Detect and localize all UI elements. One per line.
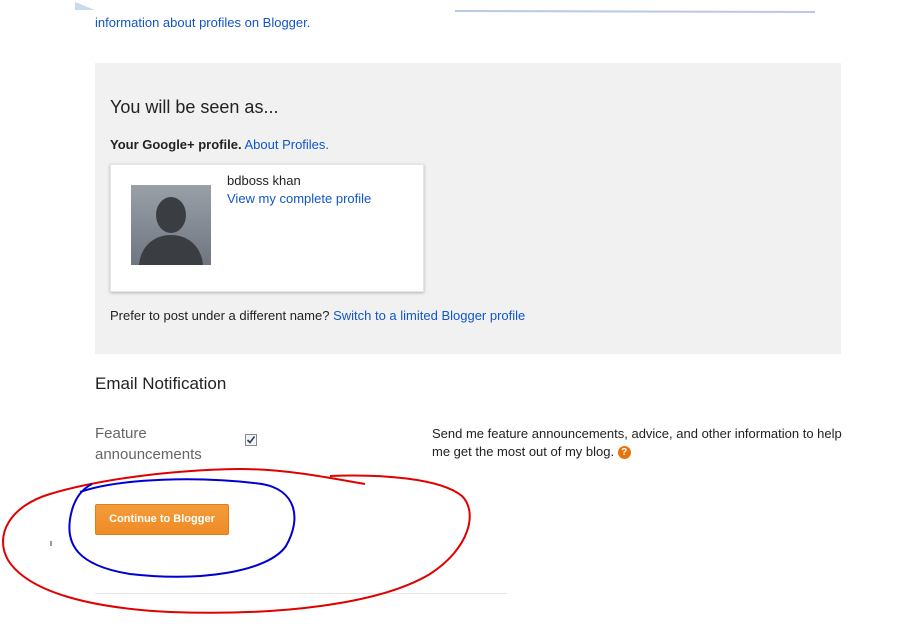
email-notification-heading: Email Notification xyxy=(95,374,227,393)
profiles-info-link[interactable]: information about profiles on Blogger. xyxy=(95,15,310,30)
help-icon[interactable]: ? xyxy=(617,446,631,459)
feature-announcements-checkbox[interactable] xyxy=(245,434,257,446)
prefer-line: Prefer to post under a different name? S… xyxy=(110,308,525,323)
avatar xyxy=(131,185,211,265)
checkmark-icon xyxy=(246,436,256,444)
feature-description: Send me feature announcements, advice, a… xyxy=(432,425,844,461)
divider xyxy=(95,593,507,594)
panel-title: You will be seen as... xyxy=(110,97,279,117)
feature-description-text: Send me feature announcements, advice, a… xyxy=(432,426,842,459)
about-profiles-link[interactable]: About Profiles. xyxy=(244,137,329,152)
seen-as-panel: You will be seen as... Your Google+ prof… xyxy=(95,63,841,354)
feature-announcements-label: Feature announcements xyxy=(95,425,202,463)
view-profile-link[interactable]: View my complete profile xyxy=(227,191,371,206)
profile-type-line: Your Google+ profile. About Profiles. xyxy=(110,137,329,152)
blogger-profile-setup-page: information about profiles on Blogger. Y… xyxy=(0,0,920,624)
continue-to-blogger-button[interactable]: Continue to Blogger xyxy=(95,504,229,535)
profile-type-label: Your Google+ profile. xyxy=(110,137,242,152)
profile-card: bdboss khan View my complete profile xyxy=(110,164,424,292)
prefer-text: Prefer to post under a different name? xyxy=(110,308,330,323)
red-annotation-circle xyxy=(2,467,471,614)
profile-name: bdboss khan xyxy=(227,173,301,188)
switch-profile-link[interactable]: Switch to a limited Blogger profile xyxy=(333,308,525,323)
